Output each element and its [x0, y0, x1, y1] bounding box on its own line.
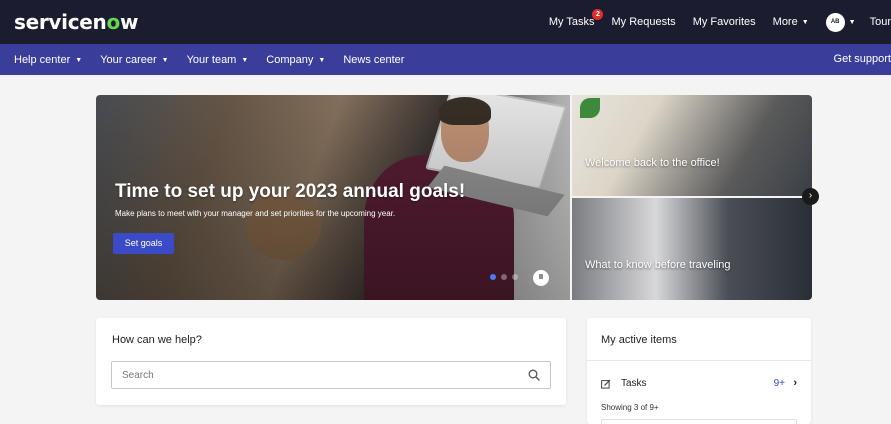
nav-your-career[interactable]: Your career ▼ — [100, 54, 168, 66]
showing-count: Showing 3 of 9+ — [601, 403, 659, 412]
caret-down-icon: ▼ — [318, 56, 326, 64]
carousel-next-icon[interactable]: › — [802, 188, 819, 205]
avatar[interactable]: AB — [825, 12, 845, 32]
tasks-label: Tasks — [621, 378, 647, 389]
caret-down-icon: ▼ — [801, 19, 809, 26]
nav-company[interactable]: Company ▼ — [266, 54, 325, 66]
tile-welcome-back-label: Welcome back to the office! — [585, 157, 720, 169]
tour-link[interactable]: Tour — [870, 16, 891, 28]
nav-label: Your team — [186, 53, 237, 66]
nav-label: Company — [266, 53, 314, 66]
tile-travel-label: What to know before traveling — [585, 259, 731, 271]
caret-down-icon: ▼ — [75, 56, 83, 64]
search-box — [111, 361, 551, 389]
avatar-caret-icon[interactable]: ▼ — [849, 19, 856, 26]
carousel-dot-3[interactable] — [512, 274, 518, 280]
more-menu[interactable]: More ▼ — [773, 16, 809, 28]
pause-icon[interactable]: II — [533, 270, 549, 286]
tasks-row[interactable]: Tasks 9+ › — [601, 377, 797, 392]
more-label: More — [772, 16, 798, 28]
edit-icon — [601, 379, 611, 389]
tasks-badge: 2 — [592, 9, 604, 20]
servicenow-logo[interactable]: servicenow — [14, 10, 138, 34]
active-items-title: My active items — [601, 334, 677, 346]
set-goals-button[interactable]: Set goals — [113, 233, 174, 254]
search-icon[interactable] — [528, 369, 540, 381]
nav-label: News center — [343, 53, 405, 66]
caret-down-icon: ▼ — [161, 56, 169, 64]
divider — [587, 360, 811, 361]
plant-graphic — [580, 98, 600, 118]
my-tasks-label: My Tasks — [548, 16, 595, 28]
my-requests-link[interactable]: My Requests — [611, 16, 675, 28]
hero-title: Time to set up your 2023 annual goals! — [115, 181, 466, 202]
tasks-count: 9+ — [773, 378, 785, 389]
main-nav: Help center ▼ Your career ▼ Your team ▼ Com… — [0, 44, 891, 75]
carousel-dot-1[interactable] — [490, 274, 496, 280]
carousel-dots — [490, 274, 523, 280]
nav-news-center[interactable]: News center — [343, 54, 404, 66]
my-favorites-link[interactable]: My Favorites — [693, 16, 756, 28]
nav-your-team[interactable]: Your team ▼ — [187, 54, 249, 66]
carousel-dot-2[interactable] — [501, 274, 507, 280]
search-input[interactable] — [122, 362, 522, 388]
nav-help-center[interactable]: Help center ▼ — [14, 54, 82, 66]
list-item[interactable] — [601, 419, 797, 424]
tile-travel[interactable] — [572, 198, 812, 300]
caret-down-icon: ▼ — [241, 56, 249, 64]
top-bar: servicenow My Tasks 2 My Requests My Fav… — [0, 0, 891, 44]
chevron-right-icon: › — [793, 377, 797, 389]
nav-label: Your career — [100, 53, 157, 66]
help-title: How can we help? — [112, 334, 202, 346]
nav-label: Help center — [14, 53, 71, 66]
top-links: My Tasks 2 My Requests My Favorites More… — [549, 0, 891, 44]
tile-welcome-back[interactable] — [572, 95, 812, 196]
get-support-link[interactable]: Get support — [834, 44, 891, 75]
my-tasks-link[interactable]: My Tasks 2 — [548, 9, 604, 28]
hero-subtitle: Make plans to meet with your manager and… — [115, 209, 396, 218]
